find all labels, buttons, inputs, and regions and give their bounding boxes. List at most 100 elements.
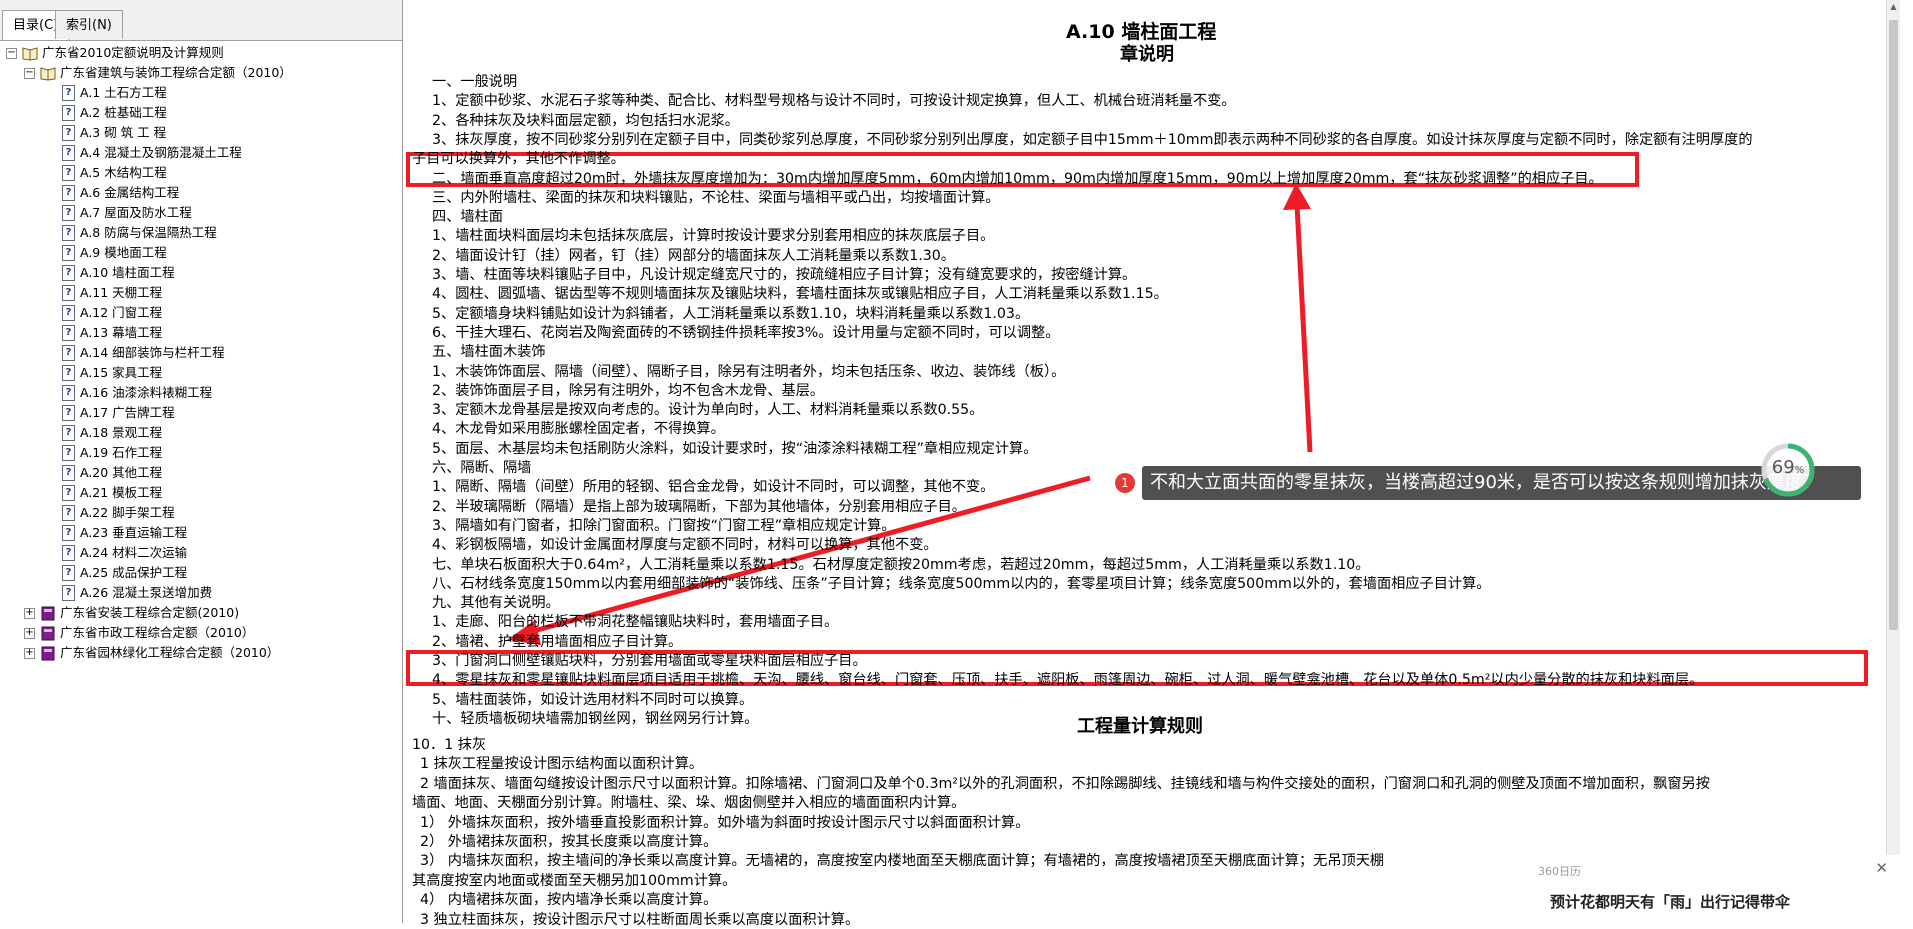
help-page-icon: ? [62, 445, 75, 461]
tree-item-label: A.3 砌 筑 工 程 [80, 125, 167, 140]
scroll-up-icon[interactable]: ▲ [1887, 0, 1900, 14]
doc-paragraph: 3、定额木龙骨基层是按双向考虑的。设计为单向时，人工、材料消耗量乘以系数0.55… [432, 402, 984, 419]
progress-number: 69 [1771, 457, 1795, 478]
doc-paragraph: 一、一般说明 [432, 74, 518, 90]
open-book-icon [22, 47, 38, 61]
rules-title: 工程量计算规则 [1077, 716, 1203, 737]
tree-item-label: A.1 土石方工程 [80, 85, 167, 100]
help-page-icon: ? [62, 545, 75, 561]
tree-item-label: A.5 木结构工程 [80, 165, 167, 180]
expand-icon[interactable]: + [24, 628, 35, 639]
rule-paragraph: 墙面、地面、天棚面分别计算。附墙柱、梁、垛、烟囱侧壁并入相应的墙面面积内计算。 [412, 795, 966, 812]
vertical-scrollbar[interactable]: ▲ ▼ [1886, 0, 1900, 923]
tree-group-label: 广东省建筑与装饰工程综合定额（2010） [60, 65, 292, 80]
help-page-icon: ? [62, 185, 75, 201]
help-page-icon: ? [62, 425, 75, 441]
doc-paragraph: 2、墙裙、护壁套用墙面相应子目计算。 [432, 633, 683, 650]
doc-paragraph: 十、轻质墙板砌块墙需加钢丝网，钢丝网另行计算。 [432, 710, 759, 727]
close-icon[interactable]: ✕ [1875, 859, 1888, 877]
doc-paragraph: 4、彩钢板隔墙，如设计金属面材厚度与定额不同时，材料可以换算，其他不变。 [432, 537, 938, 554]
doc-paragraph: 1、定额中砂浆、水泥石子浆等种类、配合比、材料型号规格与设计不同时，可按设计规定… [432, 93, 1236, 110]
doc-paragraph: 3、抹灰厚度，按不同砂浆分别列在定额子目中，同类砂浆列总厚度，不同砂浆分别列出厚… [432, 131, 1753, 148]
doc-paragraph: 九、其他有关说明。 [432, 595, 560, 612]
help-page-icon: ? [62, 245, 75, 261]
help-page-icon: ? [62, 525, 75, 541]
rule-paragraph: 3 独立柱面抹灰，按设计图示尺寸以柱断面周长乘以高度以面积计算。 [420, 911, 860, 928]
closed-book-icon [41, 646, 55, 661]
help-page-icon: ? [62, 125, 75, 141]
doc-paragraph: 3、隔墙如有门窗者，扣除门窗面积。门窗按“门窗工程”章相应规定计算。 [432, 517, 896, 534]
doc-paragraph: 5、面层、木基层均未包括刷防火涂料，如设计要求时，按“油漆涂料裱糊工程”章相应规… [432, 440, 1038, 457]
comment-number-badge: 1 [1115, 473, 1135, 493]
collapse-icon[interactable]: − [24, 68, 35, 79]
tree-item-label: A.14 细部装饰与栏杆工程 [80, 345, 225, 360]
notification-headline: 预计花都明天有「雨」出行记得带伞 [1550, 893, 1791, 911]
nav-tabs: 目录(C) 索引(N) [0, 0, 402, 41]
doc-paragraph: 5、墙柱面装饰，如设计选用材料不同时可以换算。 [432, 691, 754, 708]
tree-item-label: A.2 桩基础工程 [80, 105, 167, 120]
help-page-icon: ? [62, 145, 75, 161]
doc-paragraph: 2、装饰饰面层子目，除另有注明外，均不包含木龙骨、基层。 [432, 382, 825, 399]
rule-paragraph: 2） 外墙裙抹灰面积，按其长度乘以高度计算。 [420, 834, 718, 850]
tree-item-label: A.24 材料二次运输 [80, 545, 188, 560]
help-page-icon: ? [62, 365, 75, 381]
rule-paragraph: 3） 内墙抹灰面积，按主墙间的净长乘以高度计算。无墙裙的，高度按室内楼地面至天棚… [420, 853, 1385, 870]
tree-item-label: A.12 门窗工程 [80, 305, 163, 320]
doc-paragraph: 1、墙柱面块料面层均未包括抹灰底层，计算时按设计要求分别套用相应的抹灰底层子目。 [432, 228, 995, 245]
tree-item-label: A.11 天棚工程 [80, 285, 163, 300]
help-page-icon: ? [62, 285, 75, 301]
tree-root-label: 广东省2010定额说明及计算规则 [42, 45, 224, 60]
expand-icon[interactable]: + [24, 648, 35, 659]
rule-paragraph: 2 墙面抹灰、墙面勾缝按设计图示尺寸以面积计算。扣除墙裙、门窗洞口及单个0.3m… [420, 775, 1710, 792]
open-book-icon [40, 67, 56, 81]
tree-item-label: A.17 广告牌工程 [80, 405, 175, 420]
comment-tooltip: 不和大立面共面的零星抹灰，当楼高超过90米，是否可以按这条规则增加抹灰厚度？ [1142, 466, 1861, 500]
rule-paragraph: 10．1 抹灰 [412, 737, 487, 753]
tree-item-label: A.7 屋面及防水工程 [80, 205, 192, 220]
doc-paragraph: 4、木龙骨如采用膨胀螺栓固定者，不得换算。 [432, 421, 725, 438]
help-page-icon: ? [62, 485, 75, 501]
tree-group-label: 广东省园林绿化工程综合定额（2010） [60, 645, 280, 660]
tree-item-label: A.9 模地面工程 [80, 245, 167, 260]
doc-paragraph: 2、各种抹灰及块料面层定额，均包括扫水泥浆。 [432, 112, 739, 129]
tree-item-label: A.8 防腐与保温隔热工程 [80, 225, 217, 240]
doc-paragraph: 6、干挂大理石、花岗岩及陶瓷面砖的不锈钢挂件损耗率按3%。设计用量与定额不同时，… [432, 324, 1060, 341]
comment-text: 不和大立面共面的零星抹灰，当楼高超过90米，是否可以按这条规则增加抹灰厚度？ [1150, 472, 1821, 493]
collapse-icon[interactable]: − [6, 48, 17, 59]
tab-index[interactable]: 索引(N) [55, 10, 123, 39]
expand-icon[interactable]: + [24, 608, 35, 619]
help-page-icon: ? [62, 505, 75, 521]
help-page-icon: ? [62, 325, 75, 341]
tree-item-label: A.13 幕墙工程 [80, 325, 163, 340]
tree-item-label: A.25 成品保护工程 [80, 565, 188, 580]
help-page-icon: ? [62, 465, 75, 481]
help-page-icon: ? [62, 165, 75, 181]
tree-item-label: A.26 混凝土泵送增加费 [80, 585, 213, 600]
scrollbar-thumb[interactable] [1889, 20, 1898, 630]
doc-paragraph: 五、墙柱面木装饰 [432, 344, 546, 361]
tree-item-label: A.18 景观工程 [80, 425, 163, 440]
help-page-icon: ? [62, 105, 75, 121]
doc-paragraph: 六、隔断、隔墙 [432, 460, 532, 476]
help-page-icon: ? [62, 305, 75, 321]
doc-paragraph: 八、石材线条宽度150mm以内套用细部装饰的“装饰线、压条”子目计算；线条宽度5… [432, 575, 1491, 592]
section-title: 章说明 [1120, 44, 1174, 65]
help-page-icon: ? [62, 85, 75, 101]
progress-value: 69% [1758, 457, 1818, 478]
tree-item-label: A.23 垂直运输工程 [80, 525, 188, 540]
contents-tree: − 广东省2010定额说明及计算规则 − 广东省建筑与装饰工程综合定额（2010… [0, 41, 402, 923]
help-page-icon: ? [62, 205, 75, 221]
tree-item-label: A.20 其他工程 [80, 465, 163, 480]
progress-ring[interactable]: 69% [1758, 440, 1818, 500]
doc-paragraph: 1、隔断、隔墙（间壁）所用的轻钢、铝合金龙骨，如设计不同时，可以调整，其他不变。 [432, 479, 995, 496]
doc-paragraph: 2、半玻璃隔断（隔墙）是指上部为玻璃隔断，下部为其他墙体，分别套用相应子目。 [432, 498, 966, 515]
calendar-notification[interactable]: 360日历 ✕ 预计花都明天有「雨」出行记得带伞 [1528, 855, 1900, 923]
help-page-icon: ? [62, 265, 75, 281]
help-page-icon: ? [62, 405, 75, 421]
rule-paragraph: 1） 外墙抹灰面积，按外墙垂直投影面积计算。如外墙为斜面时按设计图示尺寸以斜面面… [420, 814, 1030, 831]
doc-paragraph: 4、圆柱、圆弧墙、锯齿型等不规则墙面抹灰及镶贴块料，套墙柱面抹灰或镶贴相应子目，… [432, 286, 1168, 303]
progress-unit: % [1794, 465, 1805, 476]
rule-paragraph: 4） 内墙裙抹灰面，按内墙净长乘以高度计算。 [420, 892, 718, 909]
tree-group-label: 广东省安装工程综合定额(2010) [60, 605, 240, 620]
doc-paragraph: 3、门窗洞口侧壁镶贴块料，分别套用墙面或零星块料面层相应子目。 [432, 653, 867, 669]
